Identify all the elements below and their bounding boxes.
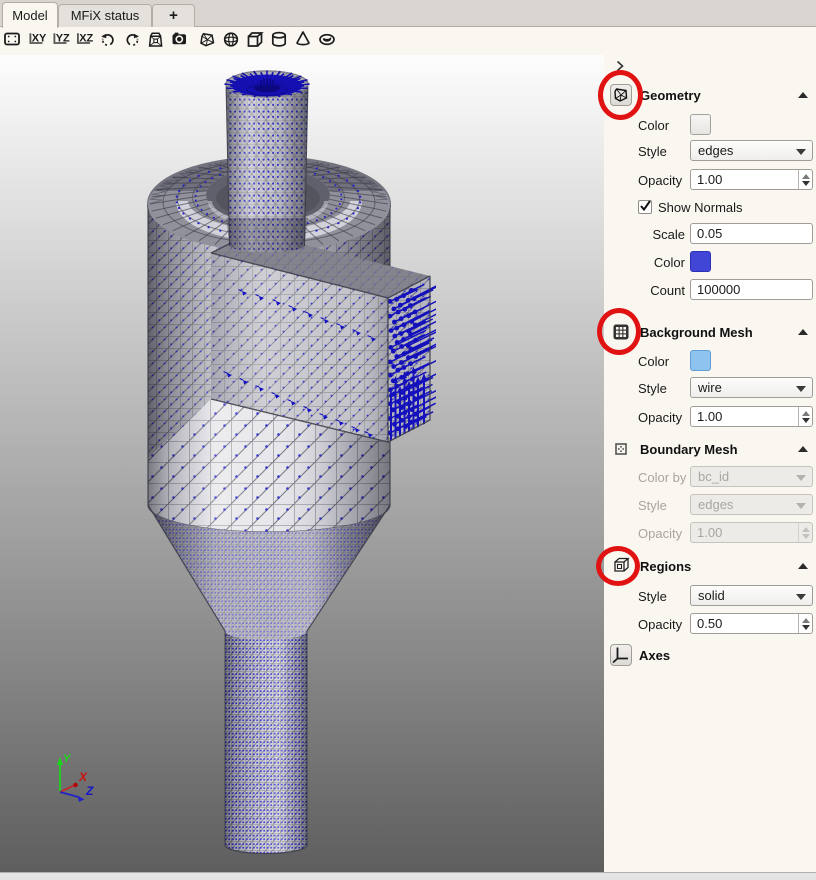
svg-text:XZ: XZ: [79, 33, 93, 45]
svg-text:XY: XY: [32, 33, 47, 45]
svg-text:YZ: YZ: [56, 33, 70, 45]
svg-text:X: X: [78, 770, 88, 784]
svg-text:Y: Y: [63, 753, 72, 765]
svg-text:Z: Z: [85, 784, 94, 798]
